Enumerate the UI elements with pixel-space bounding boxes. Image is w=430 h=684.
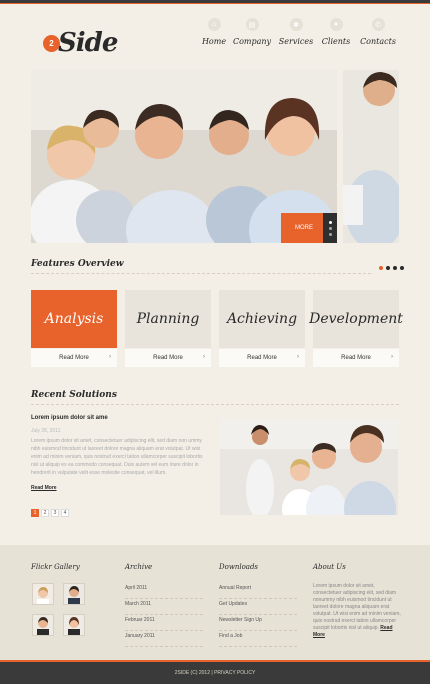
features-divider <box>31 273 371 274</box>
feature-read-more[interactable]: Read More › <box>313 349 399 367</box>
downloads-title: Downloads <box>219 563 259 571</box>
home-icon: ⌂ <box>207 18 221 31</box>
nav-item-contacts[interactable]: ✆ Contacts <box>356 18 400 46</box>
page-link[interactable]: 3 <box>51 509 59 517</box>
features-dot[interactable] <box>386 266 390 270</box>
copyright-bar: 2SIDE (C) 2012 | PRIVACY POLICY <box>0 660 430 684</box>
phone-icon: ✆ <box>371 18 385 31</box>
recent-divider <box>31 404 399 405</box>
chevron-right-icon: › <box>297 354 299 360</box>
nav-label: Contacts <box>360 37 396 46</box>
chevron-right-icon: › <box>391 354 393 360</box>
feature-read-more[interactable]: Read More › <box>125 349 211 367</box>
page-link[interactable]: 2 <box>41 509 49 517</box>
feature-achieving: Achieving Read More › <box>219 290 305 367</box>
flickr-photo <box>33 615 53 635</box>
slider-dot[interactable] <box>328 232 332 236</box>
hero-slider-next[interactable] <box>343 70 399 243</box>
flickr-photo <box>33 584 53 604</box>
copyright-text[interactable]: 2SIDE (C) 2012 | PRIVACY POLICY <box>175 670 256 676</box>
archive-title: Archive <box>125 563 153 571</box>
feature-read-more[interactable]: Read More › <box>219 349 305 367</box>
features-dot[interactable] <box>393 266 397 270</box>
slider-dot[interactable] <box>328 226 332 230</box>
team-photo <box>220 419 398 515</box>
archive-link[interactable]: Februar 2011 <box>125 615 203 631</box>
logo-text: Side <box>58 28 118 58</box>
download-link[interactable]: Find a Job <box>219 631 297 647</box>
flickr-thumb[interactable] <box>63 614 85 636</box>
user-icon: ● <box>329 18 343 31</box>
archive-list: April 2011 March 2011 Februar 2011 Janua… <box>125 583 203 647</box>
features-pager[interactable] <box>379 266 404 270</box>
hero-slider[interactable]: MORE <box>31 70 337 243</box>
about-text: Lorem ipsum dolor sit amet, consectetuer… <box>313 583 401 639</box>
hero-next-photo <box>343 70 399 243</box>
nav-item-services[interactable]: ✱ Services <box>276 18 316 46</box>
feature-read-more[interactable]: Read More › <box>31 349 117 367</box>
post-date: July 28, 2011 <box>31 428 61 434</box>
pagination: 1 2 3 4 <box>31 509 69 517</box>
post-photo <box>220 419 398 515</box>
page-link[interactable]: 4 <box>61 509 69 517</box>
post-read-more-link[interactable]: Read More <box>31 485 57 491</box>
about-body: Lorem ipsum dolor sit amet, consectetuer… <box>313 583 401 631</box>
features-title: Features Overview <box>31 259 124 269</box>
post-text: Lorem ipsum dolor sit amet, consectetuer… <box>31 438 203 476</box>
feature-banner[interactable]: Analysis <box>31 290 117 348</box>
download-link[interactable]: Newsletter Sign Up <box>219 615 297 631</box>
feature-banner[interactable]: Achieving <box>219 290 305 348</box>
archive-link[interactable]: March 2011 <box>125 599 203 615</box>
logo[interactable]: 2 Side <box>43 28 118 58</box>
feature-development: Development Read More › <box>309 290 403 367</box>
feature-banner[interactable]: Planning <box>125 290 211 348</box>
feature-banner[interactable]: Development <box>309 290 403 348</box>
flickr-thumb[interactable] <box>63 583 85 605</box>
feature-analysis: Analysis Read More › <box>31 290 117 367</box>
top-accent-line <box>0 3 430 4</box>
read-more-label: Read More <box>341 355 371 361</box>
document-icon: ▤ <box>245 18 259 31</box>
page-link[interactable]: 1 <box>31 509 39 517</box>
nav-item-home[interactable]: ⌂ Home <box>200 18 228 46</box>
flickr-thumb[interactable] <box>32 614 54 636</box>
read-more-label: Read More <box>247 355 277 361</box>
post-title[interactable]: Lorem ipsum dolor sit ame <box>31 415 108 421</box>
nav-label: Clients <box>321 37 351 46</box>
nav-label: Company <box>232 37 272 46</box>
nav-item-clients[interactable]: ● Clients <box>316 18 356 46</box>
feature-planning: Planning Read More › <box>125 290 211 367</box>
archive-link[interactable]: April 2011 <box>125 583 203 599</box>
chevron-right-icon: › <box>109 354 111 360</box>
slider-dot[interactable] <box>328 220 332 224</box>
download-link[interactable]: Annual Report <box>219 583 297 599</box>
flickr-thumb[interactable] <box>32 583 54 605</box>
features-dot[interactable] <box>400 266 404 270</box>
downloads-list: Annual Report Get Updates Newsletter Sig… <box>219 583 297 647</box>
archive-link[interactable]: January 2011 <box>125 631 203 647</box>
flickr-photo <box>64 615 84 635</box>
about-title: About Us <box>313 563 346 571</box>
slider-pager[interactable] <box>323 213 337 243</box>
features-dot[interactable] <box>379 266 383 270</box>
nav-item-company[interactable]: ▤ Company <box>228 18 276 46</box>
download-link[interactable]: Get Updates <box>219 599 297 615</box>
recent-title: Recent Solutions <box>31 390 117 400</box>
nav-label: Home <box>201 37 227 46</box>
nav-label: Services <box>278 37 314 46</box>
read-more-label: Read More <box>153 355 183 361</box>
flickr-photo <box>64 584 84 604</box>
chevron-right-icon: › <box>203 354 205 360</box>
main-nav: ⌂ Home ▤ Company ✱ Services ● Clients ✆ … <box>200 18 400 46</box>
gear-icon: ✱ <box>289 18 303 31</box>
flickr-title: Flickr Gallery <box>31 563 80 571</box>
read-more-label: Read More <box>59 355 89 361</box>
